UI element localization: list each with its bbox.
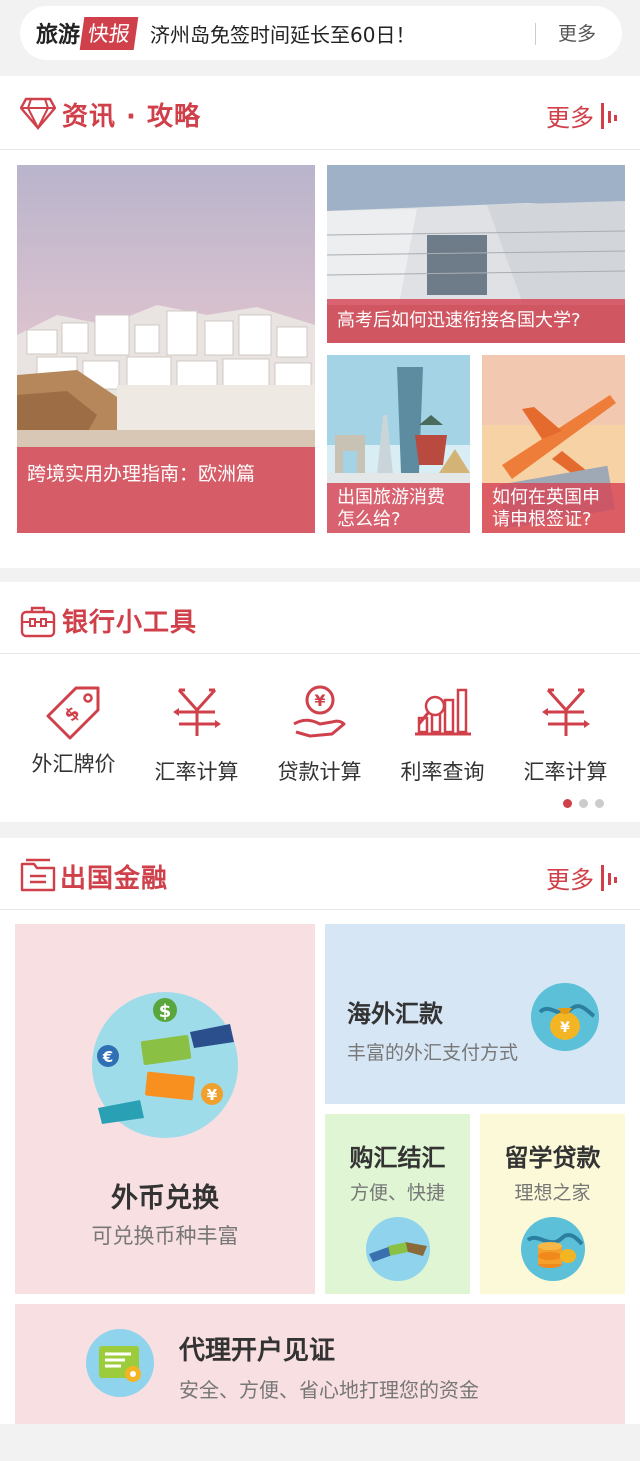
account-opening-subtitle: 安全、方便、省心地打理您的资金 — [179, 1378, 479, 1402]
news-card-caption: 高考后如何迅速衔接各国大学? — [327, 299, 625, 343]
svg-text:$: $ — [159, 1001, 172, 1022]
yen-icon — [541, 688, 590, 736]
news-card-schengen[interactable]: 如何在英国申请申根签证? — [482, 355, 625, 533]
tool-label: 汇率计算 — [154, 760, 239, 784]
overseas-remit-card[interactable]: 海外汇款 丰富的外汇支付方式 ¥ — [325, 924, 625, 1104]
news-card-caption: 出国旅游消费怎么给? — [327, 483, 470, 533]
tools-carousel[interactable]: $ 外汇牌价 汇率计算 ¥ 贷款计算 利率查询 汇率计算 — [0, 662, 640, 784]
finance-title: 出国金融 — [60, 864, 169, 894]
page-dot[interactable] — [579, 799, 588, 808]
fx-exchange-card[interactable]: $ € ¥ 外币兑换 可兑换币种丰富 — [15, 924, 315, 1294]
account-opening-card[interactable]: 代理开户见证 安全、方便、省心地打理您的资金 — [15, 1304, 625, 1424]
tool-label: 汇率计算 — [523, 760, 608, 784]
buy-settle-fx-title: 购汇结汇 — [349, 1144, 446, 1172]
svg-text:¥: ¥ — [560, 1020, 570, 1036]
svg-text:$: $ — [60, 702, 84, 726]
coin-stack-globe-icon — [521, 1217, 585, 1281]
price-tag-icon: $ — [46, 686, 99, 740]
finance-header: 出国金融 更多 — [0, 838, 640, 910]
study-loan-subtitle: 理想之家 — [514, 1182, 591, 1204]
news-card-caption: 跨境实用办理指南：欧洲篇 — [17, 447, 315, 533]
news-title: 资讯 · 攻略 — [62, 102, 201, 132]
study-loan-title: 留学贷款 — [504, 1144, 601, 1172]
news-card-europe[interactable]: 跨境实用办理指南：欧洲篇 — [17, 165, 315, 533]
tool-label: 贷款计算 — [277, 760, 362, 784]
tools-header: 银行小工具 — [0, 582, 640, 654]
diamond-icon — [20, 97, 56, 130]
folder-icon — [20, 858, 56, 892]
svg-text:€: € — [102, 1048, 113, 1066]
news-header: 资讯 · 攻略 更多 — [0, 76, 640, 150]
buy-settle-fx-card[interactable]: 购汇结汇 方便、快捷 — [325, 1114, 470, 1294]
tool-rate-calc[interactable]: 汇率计算 — [135, 662, 258, 784]
tool-loan-calc[interactable]: ¥ 贷款计算 — [258, 662, 381, 784]
buy-settle-fx-subtitle: 方便、快捷 — [349, 1182, 445, 1204]
news-more-link[interactable]: 更多 — [546, 98, 618, 133]
more-bars-icon — [601, 864, 617, 891]
tools-section: 银行小工具 $ 外汇牌价 汇率计算 ¥ 贷款计算 利率查询 汇率计算 — [0, 582, 640, 822]
bar-chart-icon — [414, 688, 471, 736]
carousel-pagination — [556, 799, 604, 808]
ticker-headline[interactable]: 济州岛免签时间延长至60日！ — [150, 19, 415, 48]
finance-section: 出国金融 更多 $ € ¥ 外币兑换 可兑换币种丰富 海外汇款 丰富的外汇支付方… — [0, 838, 640, 1424]
page-dot[interactable] — [563, 799, 572, 808]
money-bag-globe-icon: ¥ — [531, 983, 599, 1051]
tool-rate-query[interactable]: 利率查询 — [381, 662, 504, 784]
account-opening-title: 代理开户见证 — [179, 1336, 336, 1366]
ticker-brand: 旅游 — [36, 23, 81, 48]
fx-exchange-subtitle: 可兑换币种丰富 — [91, 1224, 239, 1248]
finance-more-link[interactable]: 更多 — [546, 860, 618, 895]
ticker-divider — [535, 23, 536, 45]
news-card-caption: 如何在英国申请申根签证? — [482, 483, 625, 533]
tool-rate-calc-2[interactable]: 汇率计算 — [504, 662, 627, 784]
tool-label: 外汇牌价 — [31, 752, 116, 776]
fx-exchange-title: 外币兑换 — [111, 1183, 219, 1214]
tool-fx-price[interactable]: $ 外汇牌价 — [12, 662, 135, 776]
coin-hand-icon: ¥ — [292, 685, 345, 738]
overseas-remit-subtitle: 丰富的外汇支付方式 — [347, 1042, 519, 1064]
news-card-travel-spending[interactable]: 出国旅游消费怎么给? — [327, 355, 470, 533]
certificate-icon — [86, 1329, 154, 1397]
ticker-badge: 快报 — [79, 16, 139, 50]
page-dot[interactable] — [595, 799, 604, 808]
yen-icon — [172, 688, 221, 736]
more-bars-icon — [601, 102, 617, 129]
news-card-university[interactable]: 高考后如何迅速衔接各国大学? — [327, 165, 625, 343]
toolbox-icon — [20, 606, 56, 638]
handshake-money-icon — [366, 1217, 430, 1281]
ticker-more-link[interactable]: 更多 — [558, 19, 596, 46]
news-more-label: 更多 — [546, 104, 594, 132]
overseas-remit-title: 海外汇款 — [347, 1000, 443, 1028]
news-section: 资讯 · 攻略 更多 跨境实用办理指南：欧洲篇 高考后如何迅速衔接各国大学? 出… — [0, 76, 640, 568]
svg-text:¥: ¥ — [207, 1086, 218, 1104]
money-exchange-icon: $ € ¥ — [92, 992, 238, 1138]
finance-more-label: 更多 — [546, 866, 594, 894]
study-loan-card[interactable]: 留学贷款 理想之家 — [480, 1114, 625, 1294]
svg-text:¥: ¥ — [314, 691, 325, 710]
tools-title: 银行小工具 — [62, 608, 198, 638]
tool-label: 利率查询 — [400, 760, 485, 784]
news-ticker[interactable]: 旅游 快报 济州岛免签时间延长至60日！ 更多 — [20, 6, 622, 60]
